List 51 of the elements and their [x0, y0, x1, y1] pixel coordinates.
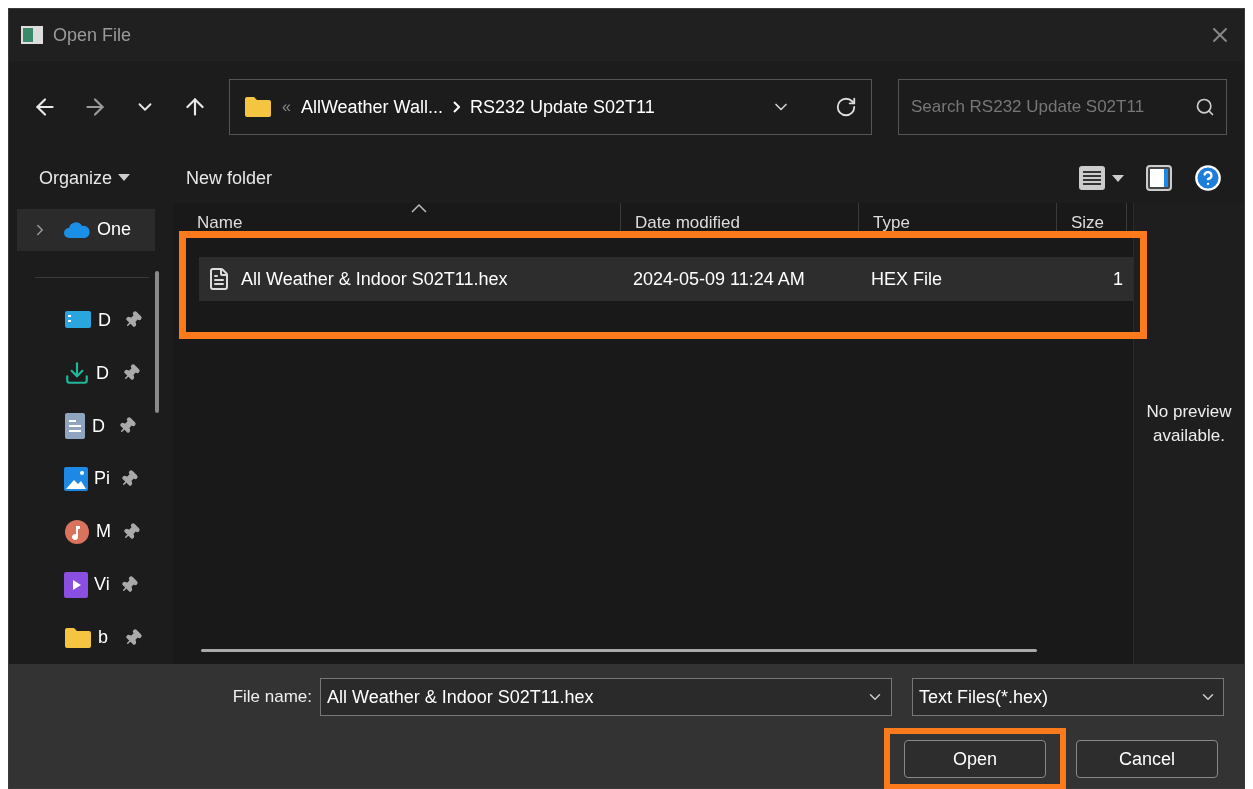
nav-item[interactable]: D: [17, 293, 155, 347]
search-icon: [1195, 97, 1215, 117]
music-icon: [64, 518, 90, 545]
file-name-field[interactable]: All Weather & Indoor S02T11.hex: [320, 678, 892, 716]
breadcrumb[interactable]: RS232 Update S02T11: [469, 96, 655, 118]
date-modified: 2024-05-09 11:24 AM: [632, 268, 806, 290]
cancel-button[interactable]: Cancel: [1076, 740, 1218, 778]
preview-message: No preview available.: [1145, 400, 1233, 447]
nav-item[interactable]: D: [17, 399, 155, 453]
window-title: Open File: [53, 24, 133, 46]
new-folder-button[interactable]: New folder: [178, 163, 281, 193]
folder-icon: [64, 626, 92, 649]
scrollbar-thumb[interactable]: [155, 271, 159, 413]
desktop-icon: [64, 310, 92, 331]
file-type: HEX File: [870, 268, 943, 290]
view-options-icon[interactable]: [1078, 165, 1124, 191]
address-bar[interactable]: « AllWeather Wall... RS232 Update S02T11: [229, 79, 872, 135]
file-size: 1: [1112, 268, 1124, 290]
document-icon: [64, 412, 86, 441]
folder-icon: [244, 96, 272, 118]
separator-icon: [452, 101, 460, 113]
search-field[interactable]: Search RS232 Update S02T11: [898, 79, 1227, 135]
preview-pane-icon[interactable]: [1146, 165, 1172, 191]
download-icon: [64, 360, 90, 387]
overflow-chevron[interactable]: «: [282, 98, 291, 116]
nav-item[interactable]: Vi: [17, 558, 155, 612]
file-icon: [207, 267, 231, 291]
cloud-icon: [63, 220, 91, 239]
nav-item[interactable]: b: [17, 611, 155, 665]
scrollbar-thumb[interactable]: [201, 649, 1037, 652]
column-header[interactable]: Size: [1057, 203, 1127, 237]
file-type-dropdown[interactable]: Text Files(*.hex): [912, 678, 1224, 716]
nav-item[interactable]: Pi: [17, 452, 155, 506]
app-icon: [21, 26, 43, 44]
column-header[interactable]: Name: [183, 203, 621, 237]
nav-item[interactable]: M: [17, 505, 155, 559]
column-header[interactable]: Type: [859, 203, 1057, 237]
refresh-icon[interactable]: [835, 96, 857, 118]
file-name-label: File name:: [232, 687, 312, 707]
column-header[interactable]: Date modified: [621, 203, 859, 237]
open-button[interactable]: Open: [904, 740, 1046, 778]
file-name: All Weather & Indoor S02T11.hex: [241, 268, 508, 290]
pictures-icon: [64, 466, 88, 491]
help-icon[interactable]: [1194, 164, 1222, 192]
file-row[interactable]: All Weather & Indoor S02T11.hex 2024-05-09 11:24 AM HEX File 1: [199, 257, 1133, 301]
organize-button[interactable]: Organize: [31, 163, 139, 193]
breadcrumb[interactable]: AllWeather Wall...: [300, 96, 443, 118]
nav-item[interactable]: One: [17, 209, 155, 251]
nav-item[interactable]: D: [17, 346, 155, 400]
video-icon: [64, 571, 88, 598]
caret-icon: [118, 174, 131, 182]
